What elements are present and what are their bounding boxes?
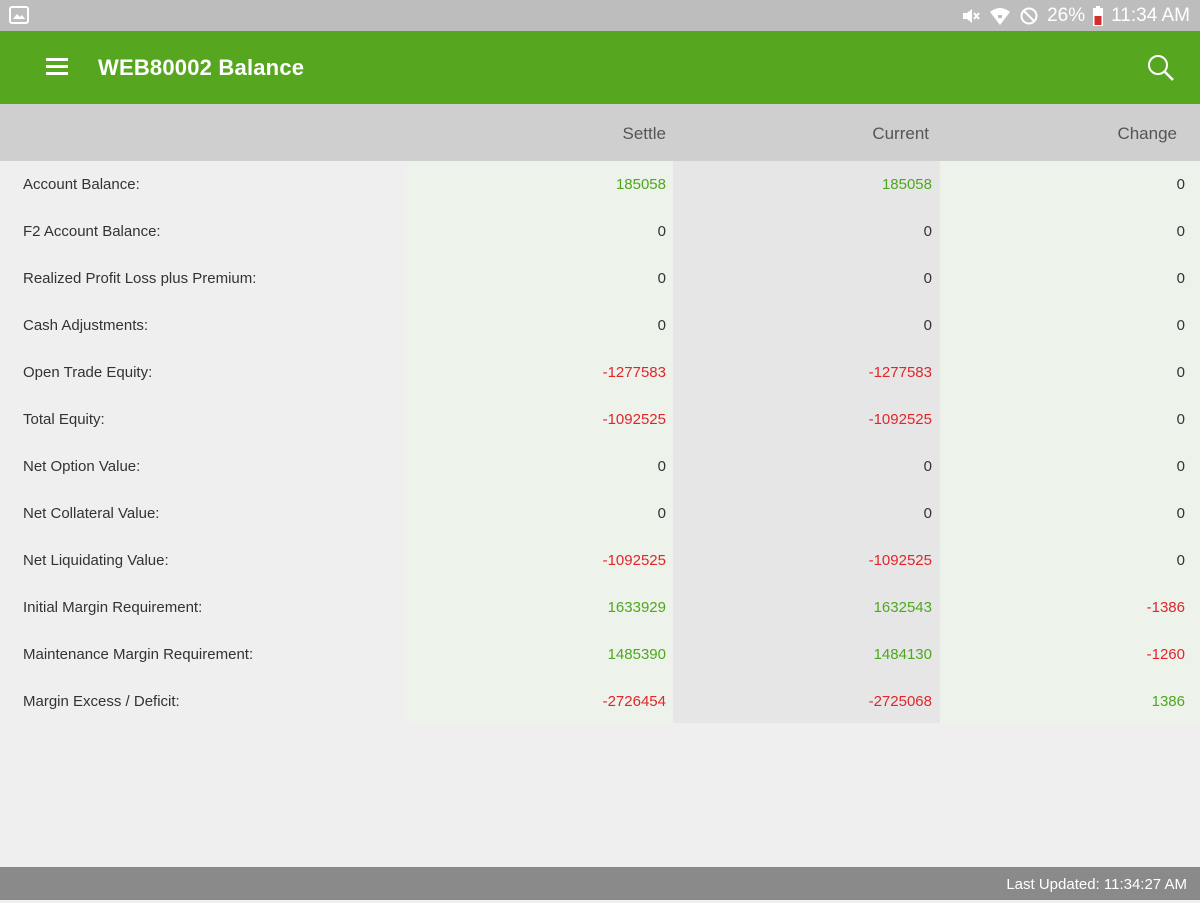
column-header-settle: Settle bbox=[622, 124, 666, 143]
do-not-disturb-icon bbox=[1019, 6, 1039, 26]
current-value: -1092525 bbox=[868, 411, 932, 428]
gallery-notification-icon bbox=[9, 6, 29, 24]
wifi-icon bbox=[989, 6, 1011, 26]
current-value: 185058 bbox=[881, 176, 932, 193]
table-row: Open Trade Equity: -1277583 -1277583 0 bbox=[0, 349, 1200, 396]
row-label: Realized Profit Loss plus Premium: bbox=[23, 270, 257, 287]
change-value: 0 bbox=[1176, 552, 1185, 569]
change-value: 0 bbox=[1176, 317, 1185, 334]
row-label: Cash Adjustments: bbox=[23, 317, 149, 334]
table-row: Net Option Value: 0 0 0 bbox=[0, 443, 1200, 490]
last-updated-text: Last Updated: 11:34:27 AM bbox=[1006, 876, 1187, 893]
status-bar: 26% 11:34 AM bbox=[0, 0, 1200, 31]
settle-value: -2726454 bbox=[602, 693, 666, 710]
current-value: 0 bbox=[923, 270, 932, 287]
table-row: Total Equity: -1092525 -1092525 0 bbox=[0, 396, 1200, 443]
change-value: 0 bbox=[1176, 411, 1185, 428]
change-value: -1260 bbox=[1146, 646, 1185, 663]
current-value: -1277583 bbox=[868, 364, 932, 381]
change-value: 0 bbox=[1176, 176, 1185, 193]
change-value: -1386 bbox=[1146, 599, 1185, 616]
current-value: 0 bbox=[923, 317, 932, 334]
search-icon[interactable] bbox=[1146, 53, 1176, 83]
settle-value: -1092525 bbox=[602, 411, 666, 428]
settle-value: 1485390 bbox=[607, 646, 666, 663]
battery-icon bbox=[1093, 5, 1104, 26]
row-label: Account Balance: bbox=[23, 176, 140, 193]
mute-icon bbox=[961, 7, 981, 25]
change-value: 0 bbox=[1176, 270, 1185, 287]
column-header-change: Change bbox=[1117, 124, 1177, 143]
current-value: 1632543 bbox=[873, 599, 932, 616]
settle-value: -1277583 bbox=[602, 364, 666, 381]
row-label: Total Equity: bbox=[23, 411, 105, 428]
app-bar: WEB80002 Balance bbox=[0, 31, 1200, 104]
row-label: F2 Account Balance: bbox=[23, 223, 161, 240]
settle-value: 0 bbox=[657, 458, 666, 475]
table-row: Realized Profit Loss plus Premium: 0 0 0 bbox=[0, 255, 1200, 302]
current-value: -2725068 bbox=[868, 693, 932, 710]
row-label: Net Collateral Value: bbox=[23, 505, 160, 522]
change-value: 0 bbox=[1176, 223, 1185, 240]
current-value: -1092525 bbox=[868, 552, 932, 569]
current-value: 0 bbox=[923, 458, 932, 475]
row-label: Margin Excess / Deficit: bbox=[23, 693, 180, 710]
hamburger-menu-icon[interactable] bbox=[40, 53, 74, 83]
column-header-current: Current bbox=[872, 124, 929, 143]
settle-value: -1092525 bbox=[602, 552, 666, 569]
current-value: 1484130 bbox=[873, 646, 932, 663]
balance-table: Account Balance: 185058 185058 0 F2 Account … bbox=[0, 161, 1200, 725]
settle-value: 0 bbox=[657, 270, 666, 287]
table-row: Initial Margin Requirement: 1633929 163254… bbox=[0, 584, 1200, 631]
battery-percentage: 26% bbox=[1047, 4, 1086, 26]
footer-bar: Last Updated: 11:34:27 AM bbox=[0, 867, 1200, 900]
row-label: Open Trade Equity: bbox=[23, 364, 153, 381]
row-label: Net Option Value: bbox=[23, 458, 141, 475]
table-row: Account Balance: 185058 185058 0 bbox=[0, 161, 1200, 208]
status-clock: 11:34 AM bbox=[1111, 4, 1190, 26]
row-label: Maintenance Margin Requirement: bbox=[23, 646, 254, 663]
row-label: Net Liquidating Value: bbox=[23, 552, 169, 569]
settle-value: 1633929 bbox=[607, 599, 666, 616]
settle-value: 0 bbox=[657, 505, 666, 522]
table-row: Net Liquidating Value: -1092525 -1092525 0 bbox=[0, 537, 1200, 584]
current-value: 0 bbox=[923, 223, 932, 240]
table-row: Net Collateral Value: 0 0 0 bbox=[0, 490, 1200, 537]
change-value: 0 bbox=[1176, 458, 1185, 475]
table-row: Cash Adjustments: 0 0 0 bbox=[0, 302, 1200, 349]
change-value: 0 bbox=[1176, 364, 1185, 381]
page-title: WEB80002 Balance bbox=[98, 55, 305, 80]
table-row: Margin Excess / Deficit: -2726454 -2725068… bbox=[0, 678, 1200, 725]
table-row: F2 Account Balance: 0 0 0 bbox=[0, 208, 1200, 255]
settle-value: 185058 bbox=[615, 176, 666, 193]
row-label: Initial Margin Requirement: bbox=[23, 599, 203, 616]
table-row: Maintenance Margin Requirement: 1485390 14… bbox=[0, 631, 1200, 678]
settle-value: 0 bbox=[657, 317, 666, 334]
table-header: Settle Current Change bbox=[0, 104, 1200, 161]
change-value: 1386 bbox=[1151, 693, 1185, 710]
current-value: 0 bbox=[923, 505, 932, 522]
settle-value: 0 bbox=[657, 223, 666, 240]
change-value: 0 bbox=[1176, 505, 1185, 522]
